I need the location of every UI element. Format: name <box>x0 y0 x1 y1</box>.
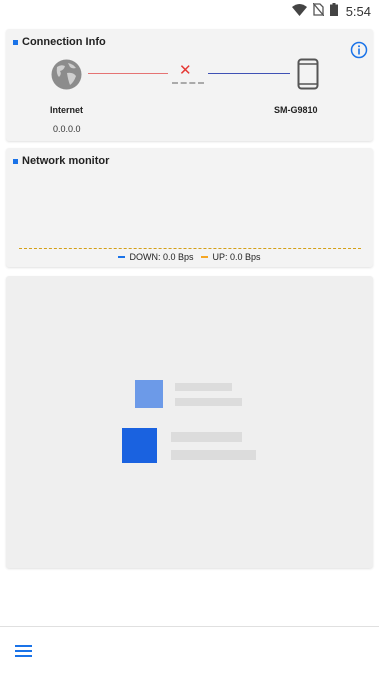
placeholder-line <box>175 398 242 406</box>
chart-legend: DOWN: 0.0 Bps UP: 0.0 Bps <box>6 252 373 262</box>
internet-label: Internet <box>50 105 84 115</box>
placeholder-line <box>171 450 256 460</box>
title-marker <box>13 158 18 164</box>
title-marker <box>13 39 18 45</box>
info-icon[interactable] <box>350 41 368 64</box>
ip-address: 0.0.0.0 <box>53 124 81 134</box>
disconnected-icon: ✕ <box>179 62 192 79</box>
legend-up: UP: 0.0 Bps <box>201 252 261 262</box>
placeholder-line <box>175 383 232 391</box>
connection-info-title: Connection Info <box>22 36 106 48</box>
up-swatch <box>201 256 209 258</box>
wifi-icon <box>291 3 307 19</box>
legend-down: DOWN: 0.0 Bps <box>118 252 193 262</box>
network-monitor-heading: Network monitor <box>13 155 109 167</box>
down-swatch <box>118 256 126 258</box>
no-sim-icon <box>312 2 325 19</box>
device-name: SM-G9810 <box>274 105 318 115</box>
phone-icon <box>297 58 319 95</box>
status-bar: 5:54 <box>0 0 379 22</box>
device-link-line <box>208 73 290 74</box>
legend-up-label: UP: 0.0 Bps <box>212 252 261 262</box>
placeholder-line <box>171 432 242 442</box>
legend-down-label: DOWN: 0.0 Bps <box>129 252 194 262</box>
status-time: 5:54 <box>345 3 371 19</box>
connection-info-card: Connection Info ✕ Internet 0.0.0.0 SM-G9… <box>6 29 373 141</box>
loading-placeholder-card <box>6 276 373 568</box>
placeholder-image <box>122 428 157 463</box>
internet-link-line <box>88 73 168 74</box>
globe-icon <box>51 59 82 95</box>
graph-baseline <box>19 248 361 249</box>
connection-info-heading: Connection Info <box>13 36 106 48</box>
placeholder-image <box>135 380 163 408</box>
battery-icon <box>329 3 338 19</box>
network-monitor-title: Network monitor <box>22 155 110 167</box>
bottom-bar <box>0 626 379 674</box>
menu-icon[interactable] <box>15 644 32 663</box>
dashed-connector <box>172 82 204 84</box>
network-monitor-card: Network monitor DOWN: 0.0 Bps UP: 0.0 Bp… <box>6 148 373 267</box>
